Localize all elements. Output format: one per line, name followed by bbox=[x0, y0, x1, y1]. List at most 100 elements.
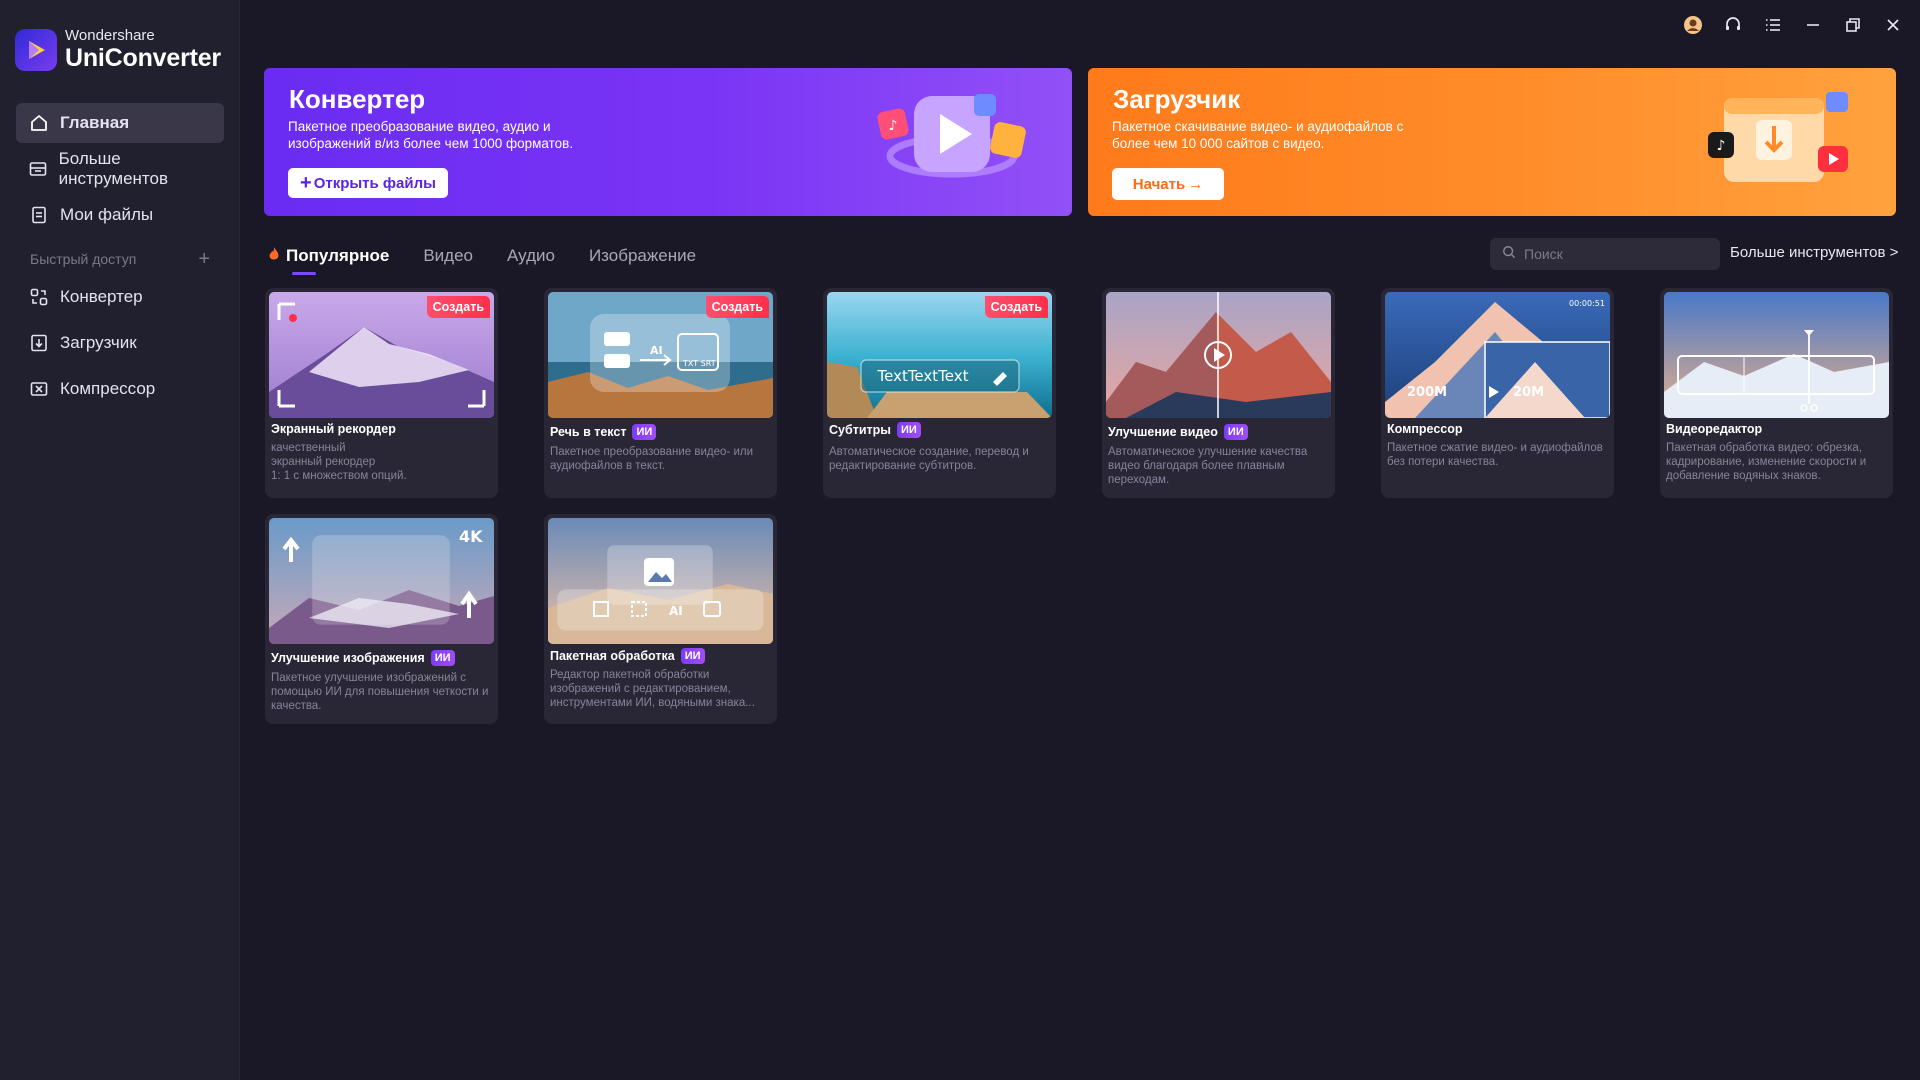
add-quick-access-icon[interactable]: + bbox=[198, 248, 210, 271]
search-box bbox=[1490, 238, 1720, 270]
close-icon[interactable] bbox=[1880, 12, 1906, 38]
ai-badge: ИИ bbox=[896, 422, 921, 438]
create-badge: Создать bbox=[984, 296, 1048, 318]
start-button[interactable]: Начать → bbox=[1112, 168, 1224, 200]
sidebar-item-downloader[interactable]: Загрузчик bbox=[16, 323, 224, 363]
sidebar: Wondershare UniConverter Главная Больше … bbox=[0, 0, 240, 1080]
card-title: Улучшение видео ИИ bbox=[1108, 424, 1248, 440]
svg-text:♪: ♪ bbox=[1717, 138, 1726, 154]
arrow-right-icon: → bbox=[1188, 175, 1204, 193]
category-tabs: Популярное Видео Аудио Изображение bbox=[268, 242, 730, 275]
support-icon[interactable] bbox=[1720, 12, 1746, 38]
brand-sub: Wondershare bbox=[65, 27, 155, 44]
create-badge: Создать bbox=[426, 296, 490, 318]
tool-card-image-enhancer[interactable]: 4K Улучшение изображения ИИ Пакетное улуч… bbox=[265, 514, 498, 724]
tab-popular[interactable]: Популярное bbox=[268, 246, 389, 275]
sidebar-item-label: Главная bbox=[60, 113, 130, 132]
thumbnail-text: 4K bbox=[459, 527, 483, 546]
card-title: Компрессор bbox=[1387, 422, 1463, 436]
card-title: Пакетная обработка ИИ bbox=[550, 648, 705, 664]
download-icon bbox=[28, 332, 50, 354]
quick-access-label: Быстрый доступ bbox=[30, 251, 137, 267]
sidebar-item-home[interactable]: Главная bbox=[16, 103, 224, 143]
sidebar-item-label: Компрессор bbox=[60, 379, 156, 398]
card-title: Субтитры ИИ bbox=[829, 422, 921, 438]
app-logo-icon bbox=[15, 28, 57, 71]
downloader-banner[interactable]: Загрузчик Пакетное скачивание видео- и а… bbox=[1088, 68, 1896, 216]
card-desc: качественный экранный рекордер 1: 1 с мн… bbox=[271, 442, 407, 482]
menu-icon[interactable] bbox=[1760, 12, 1786, 38]
quick-access-header: Быстрый доступ + bbox=[16, 241, 224, 277]
card-title: Улучшение изображения ИИ bbox=[271, 650, 455, 666]
fire-icon bbox=[268, 246, 280, 267]
card-desc: Пакетное улучшение изображений с помощью… bbox=[271, 672, 489, 712]
card-title: Экранный рекордер bbox=[271, 422, 396, 436]
ai-badge: ИИ bbox=[632, 424, 657, 440]
tool-card-speech-to-text[interactable]: AI TXT SRT Создать Речь в текст ИИ Пакетн… bbox=[544, 288, 777, 498]
card-title: Речь в текст ИИ bbox=[550, 424, 657, 440]
tool-card-video-enhancer[interactable]: Улучшение видео ИИ Автоматическое улучшен… bbox=[1102, 288, 1335, 498]
compress-from-label: 200M bbox=[1407, 385, 1447, 400]
compress-to-label: 20M bbox=[1513, 385, 1544, 400]
sidebar-item-compressor[interactable]: Компрессор bbox=[16, 369, 224, 409]
downloader-illustration: ♪ bbox=[1656, 68, 1896, 216]
converter-illustration: ♪ bbox=[832, 68, 1072, 216]
tab-audio[interactable]: Аудио bbox=[507, 246, 555, 266]
file-icon bbox=[28, 204, 50, 226]
banner-title: Загрузчик bbox=[1113, 84, 1241, 114]
card-desc: Редактор пакетной обработки изображений … bbox=[550, 669, 755, 709]
svg-text:TXT SRT: TXT SRT bbox=[682, 359, 716, 368]
tool-card-video-editor[interactable]: Видеоредактор Пакетная обработка видео: … bbox=[1660, 288, 1893, 498]
thumbnail-text: TextTextText bbox=[876, 367, 968, 385]
card-desc: Автоматическое создание, перевод и редак… bbox=[829, 446, 1029, 472]
banner-desc: Пакетное скачивание видео- и аудиофайлов… bbox=[1112, 119, 1404, 151]
toolbox-icon bbox=[28, 158, 49, 180]
home-icon bbox=[28, 112, 50, 134]
svg-text:♪: ♪ bbox=[889, 118, 898, 134]
sidebar-item-label: Конвертер bbox=[60, 287, 143, 306]
card-desc: Пакетная обработка видео: обрезка, кадри… bbox=[1666, 442, 1867, 482]
card-thumbnail: 200M 20M 00:00:51 bbox=[1385, 292, 1610, 418]
sidebar-nav: Главная Больше инструментов Мои файлы Бы… bbox=[16, 103, 224, 415]
sidebar-item-label: Больше инструментов bbox=[58, 149, 168, 188]
window-controls bbox=[1680, 12, 1906, 38]
ai-badge: ИИ bbox=[430, 650, 455, 666]
compress-icon bbox=[28, 378, 50, 400]
card-desc: Пакетное сжатие видео- и аудиофайлов без… bbox=[1387, 442, 1603, 468]
converter-banner[interactable]: Конвертер Пакетное преобразование видео,… bbox=[264, 68, 1072, 216]
card-thumbnail: TextTextText Создать bbox=[827, 292, 1052, 418]
create-badge: Создать bbox=[705, 296, 769, 318]
card-thumbnail: Создать bbox=[269, 292, 494, 418]
svg-text:AI: AI bbox=[669, 604, 683, 618]
tool-card-subtitles[interactable]: TextTextText Создать Субтитры ИИ Автомати… bbox=[823, 288, 1056, 498]
restore-icon[interactable] bbox=[1840, 12, 1866, 38]
brand-main: UniConverter bbox=[65, 44, 221, 72]
card-desc: Пакетное преобразование видео- или аудио… bbox=[550, 446, 754, 472]
brand: Wondershare UniConverter bbox=[15, 28, 221, 71]
ai-badge: ИИ bbox=[680, 648, 705, 664]
search-input[interactable] bbox=[1524, 246, 1704, 262]
sidebar-item-converter[interactable]: Конвертер bbox=[16, 277, 224, 317]
search-icon bbox=[1502, 245, 1516, 264]
app-window: Wondershare UniConverter Главная Больше … bbox=[0, 0, 1920, 1080]
tool-card-batch-processing[interactable]: AI Пакетная обработка ИИ Редактор пакетно… bbox=[544, 514, 777, 724]
svg-text:AI: AI bbox=[650, 344, 663, 357]
sidebar-item-more-tools[interactable]: Больше инструментов bbox=[16, 149, 224, 189]
minimize-icon[interactable] bbox=[1800, 12, 1826, 38]
converter-icon bbox=[28, 286, 50, 308]
card-thumbnail bbox=[1106, 292, 1331, 418]
sidebar-item-label: Мои файлы bbox=[60, 205, 154, 224]
banner-desc: Пакетное преобразование видео, аудио и и… bbox=[288, 119, 574, 151]
sidebar-item-my-files[interactable]: Мои файлы bbox=[16, 195, 224, 235]
plus-icon: + bbox=[300, 171, 312, 194]
ai-badge: ИИ bbox=[1223, 424, 1248, 440]
more-tools-link[interactable]: Больше инструментов > bbox=[1730, 244, 1898, 261]
account-icon[interactable] bbox=[1680, 12, 1706, 38]
tab-image[interactable]: Изображение bbox=[589, 246, 696, 266]
card-thumbnail: 4K bbox=[269, 518, 494, 644]
tool-card-compressor[interactable]: 200M 20M 00:00:51 Компрессор Пакетное сж… bbox=[1381, 288, 1614, 498]
tab-video[interactable]: Видео bbox=[423, 246, 473, 266]
open-files-button[interactable]: + Открыть файлы bbox=[288, 168, 448, 198]
tool-card-screen-recorder[interactable]: Создать Экранный рекордер качественный э… bbox=[265, 288, 498, 498]
card-thumbnail: AI bbox=[548, 518, 773, 644]
